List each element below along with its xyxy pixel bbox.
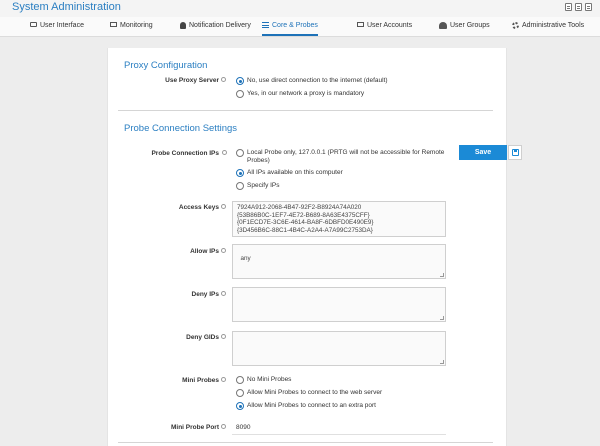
section-divider	[118, 110, 493, 111]
help-icon[interactable]	[221, 334, 226, 339]
tab-notification-delivery[interactable]: Notification Delivery	[180, 22, 251, 36]
label-deny-ips: Deny IPs	[191, 291, 219, 298]
radio-label: All IPs available on this computer	[247, 169, 343, 176]
label-probe-connection-ips: Probe Connection IPs	[151, 150, 219, 157]
radio-button[interactable]	[236, 169, 244, 177]
tab-label: User Accounts	[367, 22, 413, 29]
tab-user-accounts[interactable]: User Accounts	[357, 22, 412, 36]
radio-button[interactable]	[236, 402, 244, 410]
tab-monitoring[interactable]: Monitoring	[110, 22, 153, 36]
gears-icon	[512, 22, 519, 29]
resize-handle[interactable]	[440, 360, 444, 364]
document-icon[interactable]	[565, 3, 572, 11]
help-icon[interactable]	[221, 291, 226, 296]
floppy-disk-icon	[511, 149, 519, 156]
label-allow-ips: Allow IPs	[190, 248, 219, 255]
clipboard-icon[interactable]	[585, 3, 592, 11]
deny-gids-textarea[interactable]	[232, 331, 446, 366]
bell-icon	[180, 22, 186, 29]
section-title-proxy: Proxy Configuration	[124, 60, 208, 71]
label-mini-probe-port: Mini Probe Port	[170, 424, 219, 431]
tab-label: User Interface	[40, 22, 84, 29]
radio-mini-probes-extra-port[interactable]: Allow Mini Probes to connect to an extra…	[236, 402, 376, 410]
help-icon[interactable]	[222, 150, 227, 155]
label-use-proxy: Use Proxy Server	[165, 77, 219, 84]
radio-button[interactable]	[236, 182, 244, 190]
radio-mini-probes-web-server[interactable]: Allow Mini Probes to connect to the web …	[236, 389, 382, 397]
help-icon[interactable]	[221, 204, 226, 209]
save-icon-button[interactable]	[508, 145, 522, 160]
deny-ips-textarea[interactable]	[232, 287, 446, 322]
help-icon[interactable]	[221, 377, 226, 382]
allow-ips-value: any	[240, 254, 251, 262]
mini-probe-port-input[interactable]: 8090	[236, 424, 250, 431]
allow-ips-textarea[interactable]: any	[232, 244, 446, 279]
tab-label: Core & Probes	[272, 22, 318, 29]
notes-icon[interactable]	[575, 3, 582, 11]
save-button[interactable]: Save	[459, 145, 507, 160]
help-icon[interactable]	[221, 424, 226, 429]
radio-button[interactable]	[236, 90, 244, 98]
radio-label: Allow Mini Probes to connect to an extra…	[247, 402, 376, 409]
id-card-icon	[357, 22, 364, 27]
monitor-icon	[30, 22, 37, 27]
laptop-icon	[110, 22, 117, 27]
tab-administrative-tools[interactable]: Administrative Tools	[512, 22, 584, 36]
resize-handle[interactable]	[440, 273, 444, 277]
resize-handle[interactable]	[440, 316, 444, 320]
help-icon[interactable]	[221, 248, 226, 253]
tab-user-groups[interactable]: User Groups	[439, 22, 490, 36]
tab-core-probes[interactable]: Core & Probes	[262, 22, 318, 36]
radio-label: Yes, in our network a proxy is mandatory	[247, 90, 365, 97]
label-deny-gids: Deny GIDs	[186, 334, 219, 341]
users-icon	[439, 22, 447, 29]
radio-label: No, use direct connection to the interne…	[247, 77, 388, 84]
sliders-icon	[262, 22, 269, 28]
header-tools	[565, 3, 592, 11]
radio-label: Local Probe only, 127.0.0.1 (PRTG will n…	[247, 149, 445, 164]
page-title: System Administration	[12, 1, 121, 13]
tab-label: User Groups	[450, 22, 490, 29]
radio-specify-ips[interactable]: Specify IPs	[236, 182, 280, 190]
label-mini-probes: Mini Probes	[182, 377, 219, 384]
section-divider	[118, 442, 493, 443]
section-title-probe: Probe Connection Settings	[124, 123, 238, 134]
radio-button[interactable]	[236, 77, 244, 85]
radio-label: Allow Mini Probes to connect to the web …	[247, 389, 383, 396]
radio-local-probe-only[interactable]: Local Probe only, 127.0.0.1 (PRTG will n…	[236, 149, 454, 165]
radio-button[interactable]	[236, 376, 244, 384]
input-underline	[232, 434, 446, 435]
tab-label: Administrative Tools	[522, 22, 585, 29]
radio-label: No Mini Probes	[247, 376, 292, 383]
radio-proxy-no[interactable]: No, use direct connection to the interne…	[236, 77, 388, 85]
app-header: System Administration	[0, 0, 600, 17]
tab-label: Notification Delivery	[189, 22, 251, 29]
tab-bar: User Interface Monitoring Notification D…	[0, 17, 600, 37]
radio-button[interactable]	[236, 389, 244, 397]
label-access-keys: Access Keys	[178, 204, 219, 211]
radio-no-mini-probes[interactable]: No Mini Probes	[236, 376, 291, 384]
radio-button[interactable]	[236, 149, 244, 157]
radio-all-ips[interactable]: All IPs available on this computer	[236, 169, 343, 177]
tab-label: Monitoring	[120, 22, 153, 29]
tab-user-interface[interactable]: User Interface	[30, 22, 84, 36]
radio-proxy-yes[interactable]: Yes, in our network a proxy is mandatory	[236, 90, 364, 98]
help-icon[interactable]	[221, 77, 226, 82]
radio-label: Specify IPs	[247, 182, 280, 189]
access-keys-textarea[interactable]: 7924A912-2068-4B47-92F2-B8924A74A020 {53…	[232, 201, 446, 237]
